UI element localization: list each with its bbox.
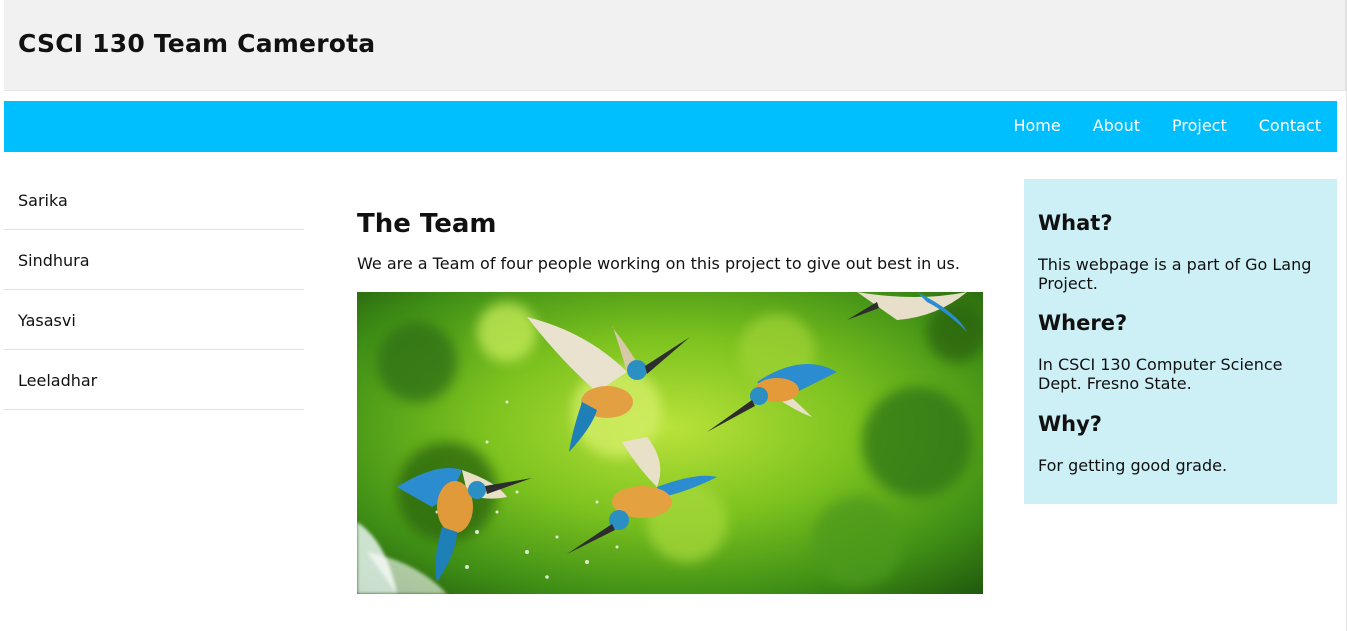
sidebar-menu: Sarika Sindhura Yasasvi Leeladhar <box>4 170 304 410</box>
page: CSCI 130 Team Camerota Home About Projec… <box>4 0 1347 631</box>
what-text: This webpage is a part of Go Lang Projec… <box>1038 255 1312 293</box>
nav-project-link[interactable]: Project <box>1156 101 1243 152</box>
nav-contact-link[interactable]: Contact <box>1243 101 1337 152</box>
sidebar-item-yasasvi[interactable]: Yasasvi <box>4 290 304 350</box>
kingfishers-photo <box>357 292 983 594</box>
sidebar-item-leeladhar[interactable]: Leeladhar <box>4 350 304 410</box>
site-header: CSCI 130 Team Camerota <box>4 0 1346 91</box>
nav-home-link[interactable]: Home <box>997 101 1076 152</box>
where-text: In CSCI 130 Computer Science Dept. Fresn… <box>1038 355 1283 393</box>
where-heading: Where? <box>1038 311 1128 335</box>
content-title: The Team <box>357 209 497 239</box>
nav-links: Home About Project Contact <box>997 101 1337 152</box>
main-content: The Team We are a Team of four people wo… <box>357 207 987 275</box>
why-heading: Why? <box>1038 412 1102 436</box>
sidebar-item-sarika[interactable]: Sarika <box>4 170 304 230</box>
why-text: For getting good grade. <box>1038 456 1228 475</box>
sidebar-item-sindhura[interactable]: Sindhura <box>4 230 304 290</box>
top-navbar: Home About Project Contact <box>4 101 1337 152</box>
kingfishers-illustration <box>357 292 983 594</box>
info-aside: What? This webpage is a part of Go Lang … <box>1024 179 1337 504</box>
content-description: We are a Team of four people working on … <box>357 254 960 273</box>
nav-about-link[interactable]: About <box>1077 101 1156 152</box>
what-heading: What? <box>1038 211 1113 235</box>
site-title: CSCI 130 Team Camerota <box>18 29 376 58</box>
